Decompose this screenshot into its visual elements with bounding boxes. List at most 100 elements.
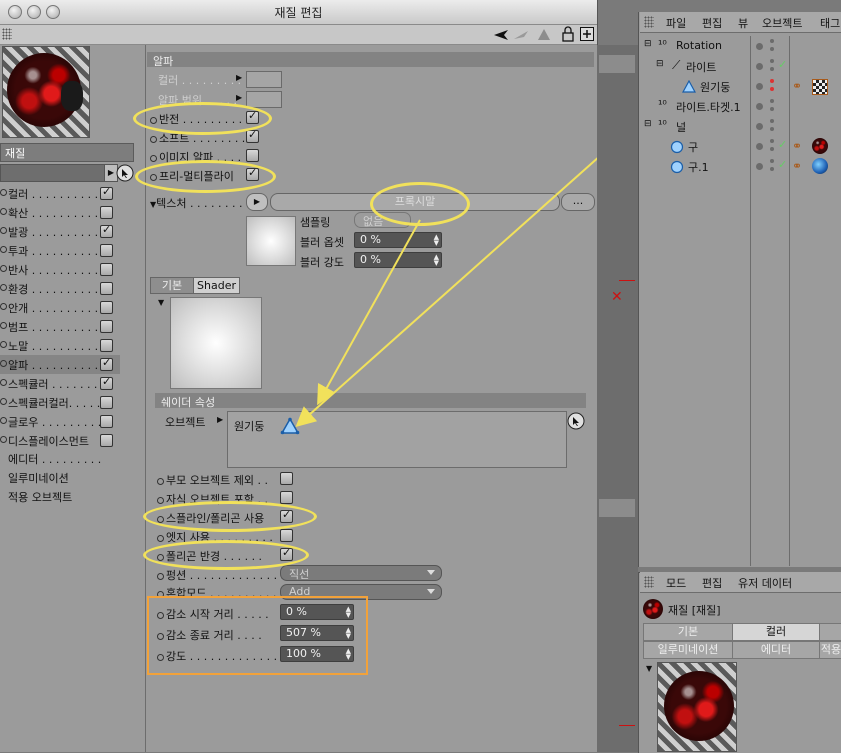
material-tag-icon[interactable] [812, 138, 828, 154]
channel-checkbox[interactable] [100, 185, 113, 200]
channel-checkbox[interactable] [100, 282, 113, 295]
include-children-checkbox[interactable] [280, 491, 293, 504]
channel-item-environment[interactable]: 환경 . . . . . . . . . . . [0, 279, 120, 298]
spinner-icon[interactable]: ▲ ▼ [434, 254, 439, 267]
channel-item-reflection[interactable]: 반사 . . . . . . . . . . . [0, 260, 120, 279]
visibility-dot[interactable] [756, 123, 763, 130]
visibility-dot[interactable] [756, 63, 763, 70]
channel-checkbox[interactable] [100, 320, 113, 333]
tab-editor[interactable]: 에디터 [732, 641, 820, 659]
channel-checkbox[interactable] [100, 396, 113, 409]
channel-checkbox[interactable] [100, 263, 113, 276]
render-dot[interactable] [770, 127, 774, 131]
image-alpha-checkbox[interactable] [246, 149, 259, 162]
visibility-dot[interactable] [756, 143, 763, 150]
channel-checkbox[interactable] [100, 434, 113, 447]
spline-polygon-checkbox[interactable] [280, 508, 293, 523]
channel-item-specular-color[interactable]: 스펙큘러컬러. . . . . [0, 393, 120, 412]
tree-item-light[interactable]: ⊟ ⟋ 라이트 ✓ [642, 57, 841, 77]
menu-edit[interactable]: 편집 [702, 15, 722, 31]
render-dot[interactable] [770, 99, 774, 103]
menu-view[interactable]: 뷰 [738, 15, 748, 31]
tab-color[interactable]: 컬러 [732, 623, 820, 641]
target-tag-icon[interactable]: ⚭ [792, 159, 802, 173]
target-tag-icon[interactable]: ⚭ [792, 79, 802, 93]
material-name-field[interactable]: 재질 [0, 143, 134, 162]
channel-checkbox[interactable] [100, 206, 113, 219]
visibility-dot[interactable] [756, 43, 763, 50]
object-picker-icon[interactable] [567, 412, 585, 430]
texture-tag-icon[interactable] [812, 79, 828, 95]
collapse-icon[interactable]: ⊟ [644, 119, 652, 129]
enabled-check-icon[interactable]: ✓ [778, 158, 787, 171]
visibility-dot[interactable] [756, 103, 763, 110]
function-dropdown[interactable]: 직선 [280, 565, 442, 581]
render-dot[interactable] [770, 147, 774, 151]
tree-item-null[interactable]: ⊟ ¹⁰ 널 [642, 117, 841, 137]
menu-file[interactable]: 파일 [666, 15, 686, 31]
tab-shader[interactable]: Shader [193, 277, 240, 294]
soft-checkbox[interactable] [246, 128, 259, 143]
menu-user-data[interactable]: 유저 데이터 [738, 575, 792, 591]
render-dot[interactable] [770, 39, 774, 43]
render-dot[interactable] [770, 87, 774, 91]
enabled-check-icon[interactable]: ✓ [778, 138, 787, 151]
channel-item-normal[interactable]: 노말 . . . . . . . . . . . [0, 336, 120, 355]
channel-checkbox[interactable] [100, 375, 113, 390]
collapse-icon[interactable]: ⊟ [656, 59, 664, 69]
premultiply-checkbox[interactable] [246, 166, 259, 181]
material-preview[interactable] [2, 46, 90, 138]
tab-extra[interactable] [819, 623, 841, 641]
channel-item-editor[interactable]: 에디터 . . . . . . . . . [8, 451, 101, 467]
render-dot[interactable] [770, 119, 774, 123]
navigation-arrows-icon[interactable] [492, 27, 572, 43]
render-dot[interactable] [770, 79, 774, 83]
collapse-icon[interactable]: ⊟ [644, 39, 652, 49]
tab-basic[interactable]: 기본 [150, 277, 194, 294]
tab-basic[interactable]: 기본 [643, 623, 733, 641]
tree-item-cylinder[interactable]: 원기둥 ⚭ [642, 77, 841, 97]
blur-offset-field[interactable]: 0 % ▲ ▼ [354, 232, 442, 248]
visibility-dot[interactable] [756, 163, 763, 170]
channel-item-diffusion[interactable]: 확산 . . . . . . . . . . . [0, 203, 120, 222]
tree-item-sphere[interactable]: 구 ✓ ⚭ [642, 137, 841, 157]
channel-item-specular[interactable]: 스펙큘러 . . . . . . . [0, 374, 120, 393]
object-arrow-icon[interactable]: ▶ [217, 415, 223, 424]
new-window-icon[interactable] [580, 27, 594, 41]
channel-checkbox[interactable] [100, 223, 113, 238]
texture-arrow-button[interactable]: ▶ [246, 193, 268, 211]
tree-item-sphere-1[interactable]: 구.1 ✓ ⚭ [642, 157, 841, 177]
tab-illumination[interactable]: 일루미네이션 [643, 641, 733, 659]
channel-item-color[interactable]: 컬러 . . . . . . . . . . . [0, 184, 120, 203]
preview-collapse-icon[interactable]: ▼ [646, 664, 652, 673]
grip-handle-icon[interactable] [644, 16, 654, 28]
texture-more-button[interactable]: ... [561, 193, 595, 211]
tree-item-rotation[interactable]: ⊟ ¹⁰ Rotation [642, 37, 841, 57]
channel-selector-field[interactable] [0, 164, 105, 182]
lock-icon[interactable] [562, 26, 574, 42]
channel-item-fog[interactable]: 안개 . . . . . . . . . . . [0, 298, 120, 317]
channel-item-transparency[interactable]: 투과 . . . . . . . . . . . [0, 241, 120, 260]
render-dot[interactable] [770, 107, 774, 111]
shader-collapse-icon[interactable]: ▼ [158, 298, 164, 307]
use-edges-checkbox[interactable] [280, 529, 293, 542]
material-tag-icon[interactable] [812, 158, 828, 174]
render-dot[interactable] [770, 59, 774, 63]
polygon-radius-checkbox[interactable] [280, 546, 293, 561]
tree-item-light-target[interactable]: ¹⁰ 라이트.타겟.1 [642, 97, 841, 117]
alpha-range-arrow-icon[interactable]: ▶ [236, 93, 242, 102]
target-tag-icon[interactable]: ⚭ [792, 139, 802, 153]
channel-checkbox[interactable] [100, 415, 113, 428]
menu-object[interactable]: 오브젝트 [762, 15, 802, 31]
render-dot[interactable] [770, 67, 774, 71]
enabled-check-icon[interactable]: ✓ [778, 58, 787, 71]
menu-edit[interactable]: 편집 [702, 575, 722, 591]
channel-checkbox[interactable] [100, 301, 113, 314]
render-dot[interactable] [770, 139, 774, 143]
channel-checkbox[interactable] [100, 244, 113, 257]
texture-shader-button[interactable]: 프록시말 [270, 193, 560, 211]
color-swatch[interactable] [246, 71, 282, 88]
invert-checkbox[interactable] [246, 109, 259, 124]
visibility-dot[interactable] [756, 83, 763, 90]
tab-assignment[interactable]: 적용 [819, 641, 841, 659]
